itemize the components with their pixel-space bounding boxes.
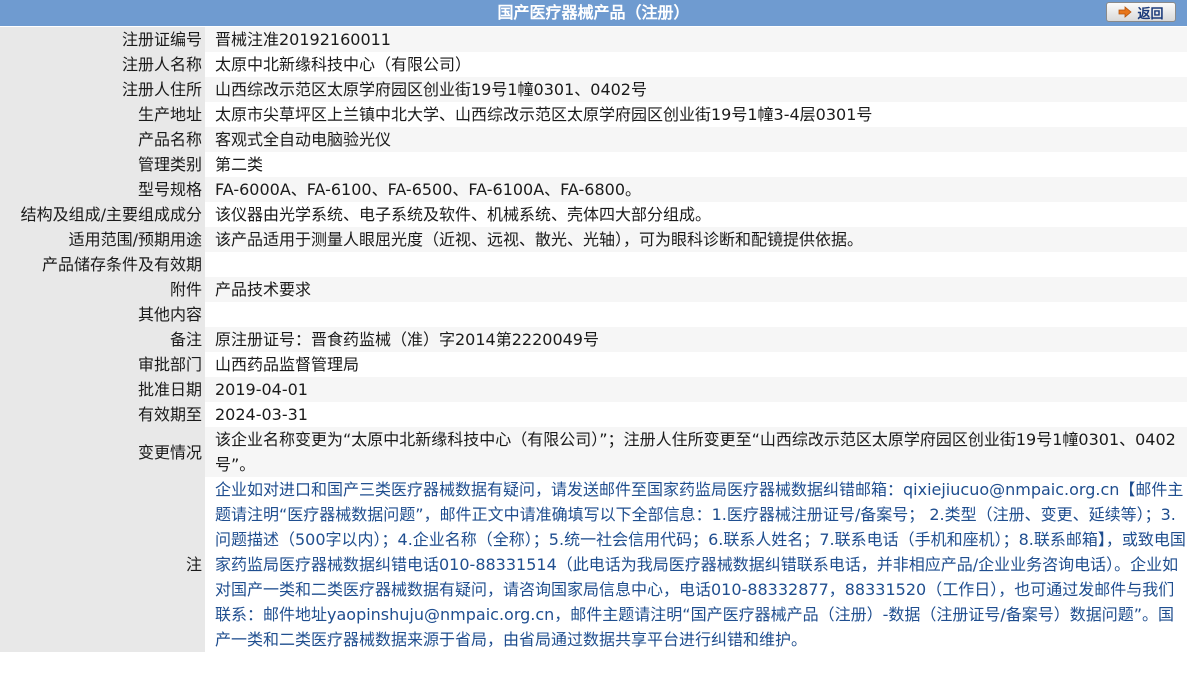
note-label: 注 — [0, 477, 205, 652]
info-table: 注册证编号 晋械注准20192160011 注册人名称 太原中北新缘科技中心（有… — [0, 27, 1187, 652]
field-label: 产品名称 — [0, 127, 205, 152]
change-label: 变更情况 — [0, 427, 205, 477]
field-label: 附件 — [0, 277, 205, 302]
field-label: 生产地址 — [0, 102, 205, 127]
field-value: 太原市尖草坪区上兰镇中北大学、山西综改示范区太原学府园区创业街19号1幢3-4层… — [205, 102, 1187, 127]
field-label: 有效期至 — [0, 402, 205, 427]
field-value: 该产品适用于测量人眼屈光度（近视、远视、散光、光轴），可为眼科诊断和配镜提供依据… — [205, 227, 1187, 252]
table-row: 注册证编号 晋械注准20192160011 — [0, 27, 1187, 52]
table-row: 批准日期 2019-04-01 — [0, 377, 1187, 402]
field-value: 第二类 — [205, 152, 1187, 177]
table-row: 产品储存条件及有效期 — [0, 252, 1187, 277]
table-row: 管理类别 第二类 — [0, 152, 1187, 177]
table-row: 注册人名称 太原中北新缘科技中心（有限公司） — [0, 52, 1187, 77]
title-bar: 国产医疗器械产品（注册） 返回 — [0, 0, 1187, 27]
back-button[interactable]: 返回 — [1106, 2, 1176, 22]
field-label: 备注 — [0, 327, 205, 352]
field-value: 晋械注准20192160011 — [205, 27, 1187, 52]
field-label: 管理类别 — [0, 152, 205, 177]
field-value: 太原中北新缘科技中心（有限公司） — [205, 52, 1187, 77]
note-row: 注 企业如对进口和国产三类医疗器械数据有疑问，请发送邮件至国家药监局医疗器械数据… — [0, 477, 1187, 652]
change-value: 该企业名称变更为“太原中北新缘科技中心（有限公司）”；注册人住所变更至“山西综改… — [205, 427, 1187, 477]
table-row: 生产地址 太原市尖草坪区上兰镇中北大学、山西综改示范区太原学府园区创业街19号1… — [0, 102, 1187, 127]
table-row: 适用范围/预期用途 该产品适用于测量人眼屈光度（近视、远视、散光、光轴），可为眼… — [0, 227, 1187, 252]
field-label: 批准日期 — [0, 377, 205, 402]
table-row: 注册人住所 山西综改示范区太原学府园区创业街19号1幢0301、0402号 — [0, 77, 1187, 102]
field-label: 产品储存条件及有效期 — [0, 252, 205, 277]
field-label: 审批部门 — [0, 352, 205, 377]
table-row: 附件 产品技术要求 — [0, 277, 1187, 302]
page: 国产医疗器械产品（注册） 返回 注册证编号 晋械注准20192160011 注册… — [0, 0, 1187, 678]
field-label: 注册人住所 — [0, 77, 205, 102]
field-value: 客观式全自动电脑验光仪 — [205, 127, 1187, 152]
field-value: 该仪器由光学系统、电子系统及软件、机械系统、壳体四大部分组成。 — [205, 202, 1187, 227]
table-row: 有效期至 2024-03-31 — [0, 402, 1187, 427]
field-value: 2019-04-01 — [205, 377, 1187, 402]
field-label: 其他内容 — [0, 302, 205, 327]
table-row: 型号规格 FA-6000A、FA-6100、FA-6500、FA-6100A、F… — [0, 177, 1187, 202]
field-value — [205, 252, 1187, 277]
table-row: 结构及组成/主要组成成分 该仪器由光学系统、电子系统及软件、机械系统、壳体四大部… — [0, 202, 1187, 227]
field-label: 型号规格 — [0, 177, 205, 202]
field-label: 适用范围/预期用途 — [0, 227, 205, 252]
note-value: 企业如对进口和国产三类医疗器械数据有疑问，请发送邮件至国家药监局医疗器械数据纠错… — [205, 477, 1187, 652]
field-value — [205, 302, 1187, 327]
change-row: 变更情况 该企业名称变更为“太原中北新缘科技中心（有限公司）”；注册人住所变更至… — [0, 427, 1187, 477]
table-row: 备注 原注册证号：晋食药监械（准）字2014第2220049号 — [0, 327, 1187, 352]
back-button-label: 返回 — [1137, 5, 1164, 21]
field-value: FA-6000A、FA-6100、FA-6500、FA-6100A、FA-680… — [205, 177, 1187, 202]
field-value: 山西药品监督管理局 — [205, 352, 1187, 377]
arrow-right-icon — [1119, 6, 1133, 18]
field-label: 结构及组成/主要组成成分 — [0, 202, 205, 227]
field-value: 2024-03-31 — [205, 402, 1187, 427]
table-row: 产品名称 客观式全自动电脑验光仪 — [0, 127, 1187, 152]
field-value: 山西综改示范区太原学府园区创业街19号1幢0301、0402号 — [205, 77, 1187, 102]
page-title: 国产医疗器械产品（注册） — [497, 3, 690, 22]
table-row: 审批部门 山西药品监督管理局 — [0, 352, 1187, 377]
field-value: 产品技术要求 — [205, 277, 1187, 302]
field-value: 原注册证号：晋食药监械（准）字2014第2220049号 — [205, 327, 1187, 352]
table-row: 其他内容 — [0, 302, 1187, 327]
field-label: 注册人名称 — [0, 52, 205, 77]
field-label: 注册证编号 — [0, 27, 205, 52]
